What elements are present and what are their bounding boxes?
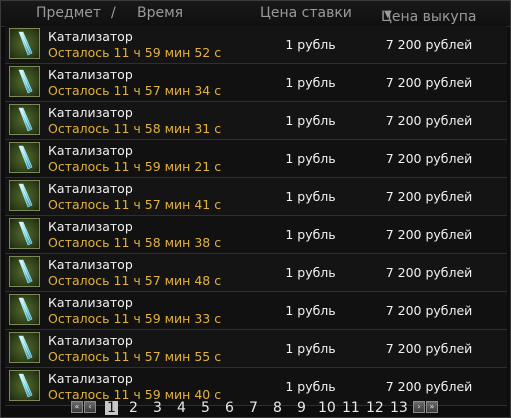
bid-price: 1 рубль (285, 151, 336, 166)
bid-price: 1 рубль (285, 189, 336, 204)
catalyst-crystal-icon[interactable] (9, 370, 40, 401)
bid-price: 1 рубль (285, 303, 336, 318)
time-remaining: Осталось 11 ч 57 мин 41 с (48, 197, 222, 212)
item-name: Катализатор (48, 219, 133, 234)
time-remaining: Осталось 11 ч 59 мин 33 с (48, 311, 222, 326)
page-link[interactable]: 10 (318, 399, 336, 417)
arrow-right-icon[interactable]: › (413, 401, 425, 413)
column-header-bid-price[interactable]: Цена ставки (260, 5, 352, 21)
page-link[interactable]: 4 (177, 399, 186, 417)
time-remaining: Осталось 11 ч 59 мин 21 с (48, 159, 222, 174)
item-name: Катализатор (48, 295, 133, 310)
bid-price: 1 рубль (285, 37, 336, 52)
time-remaining: Осталось 11 ч 58 мин 31 с (48, 121, 222, 136)
time-remaining: Осталось 11 ч 59 мин 52 с (48, 45, 222, 60)
double-arrow-left-icon[interactable]: « (71, 401, 83, 413)
item-name: Катализатор (48, 257, 133, 272)
bid-price: 1 рубль (285, 341, 336, 356)
bid-price: 1 рубль (285, 265, 336, 280)
buyout-price: 7 200 рублей (385, 227, 473, 242)
auction-panel: Предмет / Время Цена ставки Цена выкупа ▼… (0, 0, 511, 418)
buyout-price: 7 200 рублей (385, 189, 473, 204)
page-link[interactable]: 7 (249, 399, 258, 417)
bid-price: 1 рубль (285, 379, 336, 394)
sort-descending-icon: ▼ (384, 9, 392, 20)
buyout-price: 7 200 рублей (385, 265, 473, 280)
table-row[interactable]: Катализатор Осталось 11 ч 59 мин 33 с 1 ру… (5, 292, 507, 330)
catalyst-crystal-icon[interactable] (9, 256, 40, 287)
time-remaining: Осталось 11 ч 57 мин 48 с (48, 273, 222, 288)
buyout-price: 7 200 рублей (385, 151, 473, 166)
arrow-left-icon[interactable]: ‹ (84, 401, 96, 413)
catalyst-crystal-icon[interactable] (9, 294, 40, 325)
item-name: Катализатор (48, 105, 133, 120)
pagination: «‹ 1 2 3 4 5 6 7 8 9 10 11 12 13 ›» (1, 399, 510, 417)
table-row[interactable]: Катализатор Осталось 11 ч 58 мин 31 с 1 ру… (5, 102, 507, 140)
buyout-price: 7 200 рублей (385, 113, 473, 128)
buyout-price: 7 200 рублей (385, 75, 473, 90)
table-row[interactable]: Катализатор Осталось 11 ч 57 мин 48 с 1 ру… (5, 254, 507, 292)
table-row[interactable]: Катализатор Осталось 11 ч 59 мин 21 с 1 ру… (5, 140, 507, 178)
item-name: Катализатор (48, 67, 133, 82)
catalyst-crystal-icon[interactable] (9, 66, 40, 97)
table-header: Предмет / Время Цена ставки Цена выкупа ▼ (1, 1, 510, 27)
catalyst-crystal-icon[interactable] (9, 104, 40, 135)
catalyst-crystal-icon[interactable] (9, 142, 40, 173)
column-header-buyout-label: Цена выкупа (381, 9, 477, 25)
page-link[interactable]: 5 (201, 399, 210, 417)
page-link[interactable]: 2 (129, 399, 138, 417)
buyout-price: 7 200 рублей (385, 303, 473, 318)
item-name: Катализатор (48, 333, 133, 348)
double-arrow-right-icon[interactable]: » (426, 401, 438, 413)
table-row[interactable]: Катализатор Осталось 11 ч 57 мин 55 с 1 ру… (5, 330, 507, 368)
column-header-separator: / (111, 5, 116, 21)
item-name: Катализатор (48, 181, 133, 196)
page-link[interactable]: 8 (273, 399, 282, 417)
page-link[interactable]: 6 (225, 399, 234, 417)
page-link[interactable]: 13 (390, 399, 408, 417)
catalyst-crystal-icon[interactable] (9, 28, 40, 59)
column-header-item[interactable]: Предмет (36, 5, 101, 21)
table-row[interactable]: Катализатор Осталось 11 ч 59 мин 52 с 1 ру… (5, 26, 507, 64)
bid-price: 1 рубль (285, 227, 336, 242)
page-link[interactable]: 11 (342, 399, 360, 417)
buyout-price: 7 200 рублей (385, 37, 473, 52)
column-header-time[interactable]: Время (137, 5, 183, 21)
table-row[interactable]: Катализатор Осталось 11 ч 57 мин 41 с 1 ру… (5, 178, 507, 216)
buyout-price: 7 200 рублей (385, 341, 473, 356)
page-link[interactable]: 9 (297, 399, 306, 417)
table-row[interactable]: Катализатор Осталось 11 ч 58 мин 38 с 1 ру… (5, 216, 507, 254)
buyout-price: 7 200 рублей (385, 379, 473, 394)
catalyst-crystal-icon[interactable] (9, 180, 40, 211)
item-name: Катализатор (48, 143, 133, 158)
item-name: Катализатор (48, 29, 133, 44)
catalyst-crystal-icon[interactable] (9, 218, 40, 249)
page-link[interactable]: 3 (153, 399, 162, 417)
table-row[interactable]: Катализатор Осталось 11 ч 57 мин 34 с 1 ру… (5, 64, 507, 102)
bid-price: 1 рубль (285, 75, 336, 90)
bid-price: 1 рубль (285, 113, 336, 128)
time-remaining: Осталось 11 ч 58 мин 38 с (48, 235, 222, 250)
catalyst-crystal-icon[interactable] (9, 332, 40, 363)
page-link[interactable]: 12 (366, 399, 384, 417)
listing-table: Катализатор Осталось 11 ч 59 мин 52 с1 ру… (5, 26, 507, 406)
item-name: Катализатор (48, 371, 133, 386)
time-remaining: Осталось 11 ч 57 мин 34 с (48, 83, 222, 98)
time-remaining: Осталось 11 ч 57 мин 55 с (48, 349, 222, 364)
page-link-current[interactable]: 1 (105, 401, 118, 415)
